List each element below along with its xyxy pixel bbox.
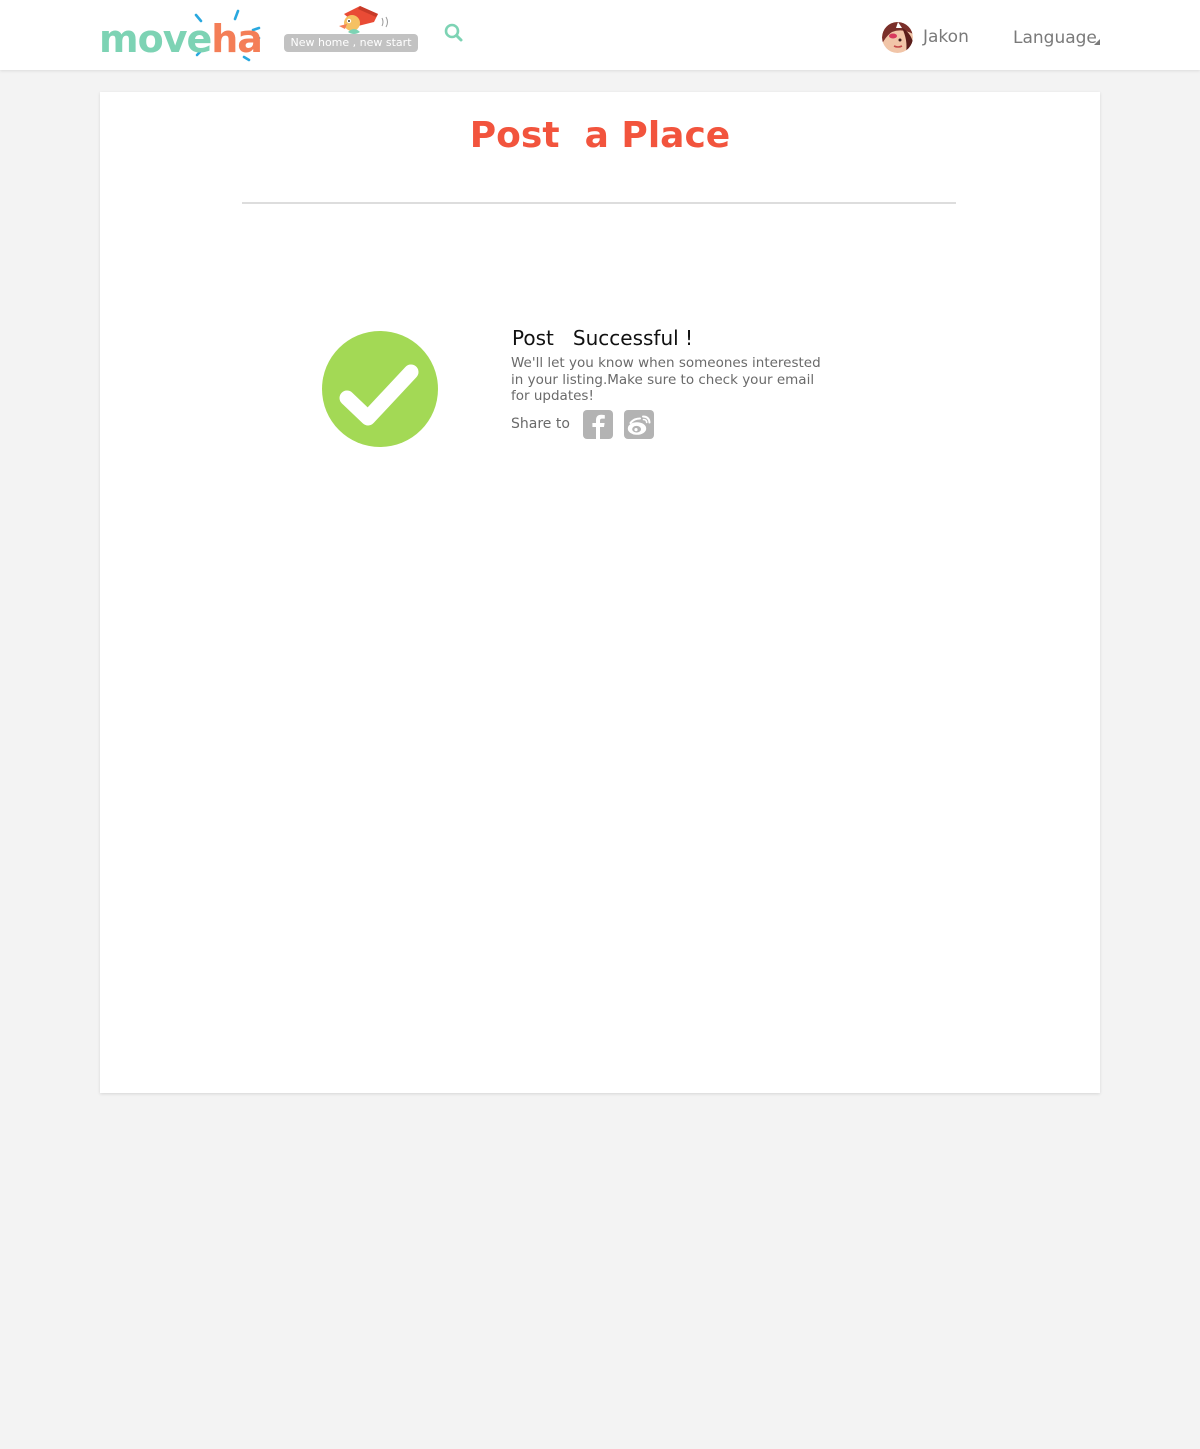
username-label: Jakon	[923, 27, 969, 47]
tagline-badge: New home , new start	[284, 2, 419, 52]
search-button[interactable]	[442, 21, 464, 43]
user-menu[interactable]: Jakon	[882, 21, 969, 53]
share-label: Share to	[511, 416, 570, 432]
caret-down-icon	[1094, 39, 1100, 45]
search-icon	[444, 23, 463, 42]
share-facebook-button[interactable]	[583, 410, 613, 439]
success-title: Post Successful !	[512, 326, 694, 350]
facebook-icon	[592, 414, 605, 439]
logo-wordmark: moveha	[99, 17, 263, 61]
top-bar: moveha New home , new start Jakon Langua…	[0, 0, 1200, 70]
language-label: Language	[1013, 28, 1097, 48]
success-message: We'll let you know when someones interes…	[511, 355, 821, 404]
language-dropdown[interactable]: Language	[1013, 28, 1100, 50]
success-check-icon	[322, 331, 438, 447]
title-divider	[242, 202, 956, 204]
tagline-text: New home , new start	[284, 34, 418, 52]
moveha-logo[interactable]: moveha	[99, 8, 267, 64]
weibo-icon	[627, 415, 651, 435]
share-weibo-button[interactable]	[624, 410, 654, 439]
post-result-card: Post a Place Post Successful ! We'll let…	[100, 92, 1100, 1093]
bird-mascot-icon	[339, 6, 388, 34]
avatar	[882, 21, 913, 53]
page-title: Post a Place	[469, 115, 731, 156]
